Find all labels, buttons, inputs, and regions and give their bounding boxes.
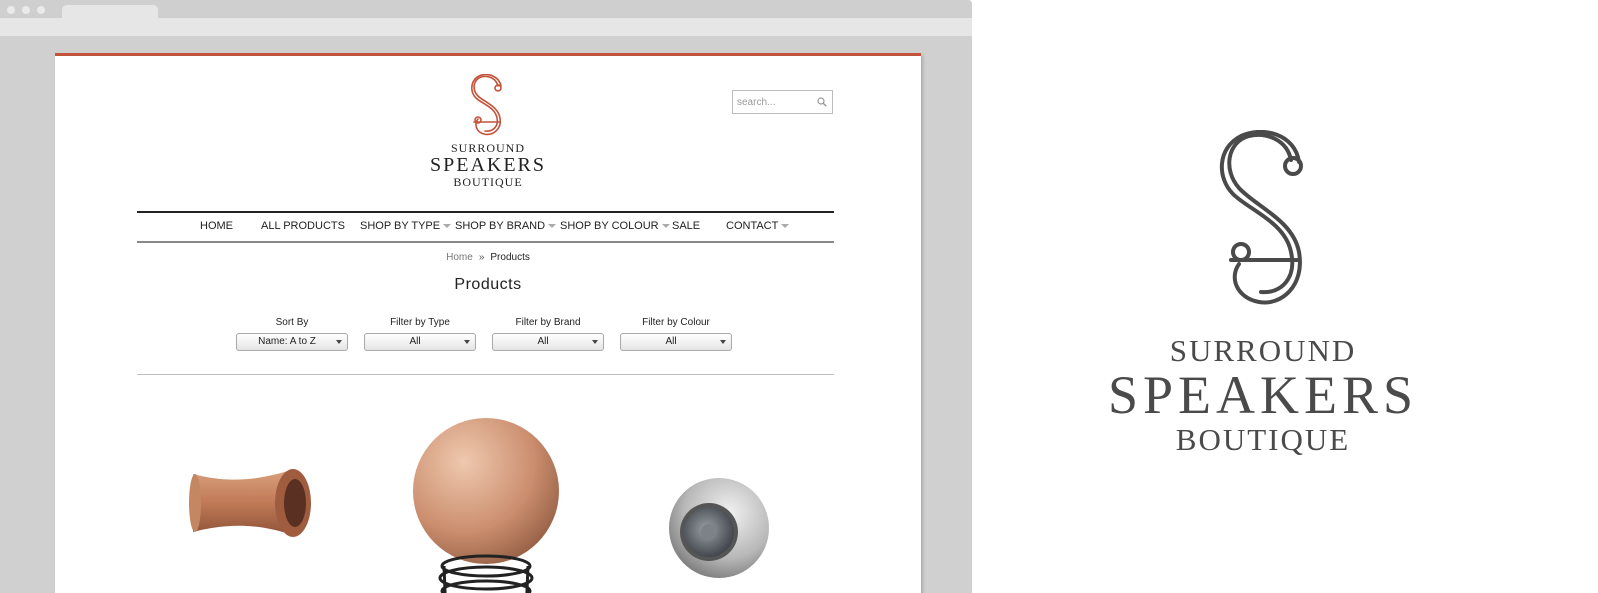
logo-line-speakers: SPEAKERS bbox=[1107, 365, 1419, 425]
chevron-down-icon bbox=[548, 224, 557, 229]
sort-by-select[interactable]: Name: A to Z bbox=[236, 333, 348, 351]
search-placeholder: search... bbox=[737, 97, 776, 108]
main-nav: HOME ALL PRODUCTS SHOP BY TYPE SHOP BY B… bbox=[137, 211, 834, 243]
window-dot bbox=[22, 6, 30, 14]
dropdown-arrow-icon bbox=[720, 340, 726, 344]
terracotta-sphere-speaker-image[interactable] bbox=[410, 416, 560, 593]
brand-logo-large: SURROUND SPEAKERS BOUTIQUE bbox=[1083, 130, 1443, 455]
nav-item-contact[interactable]: CONTACT bbox=[726, 220, 790, 232]
type-select[interactable]: All bbox=[364, 333, 476, 351]
divider bbox=[137, 374, 834, 375]
chevron-down-icon bbox=[443, 224, 452, 229]
page-title: Products bbox=[454, 276, 522, 293]
nav-item-shop-by-colour[interactable]: SHOP BY COLOUR bbox=[560, 220, 670, 232]
sort-by-filter: Sort By Name: A to Z bbox=[236, 317, 348, 351]
select-value: All bbox=[665, 336, 677, 347]
search-icon[interactable] bbox=[817, 97, 827, 107]
breadcrumb: Home » Products bbox=[55, 252, 921, 263]
breadcrumb-separator: » bbox=[478, 252, 485, 263]
logo-line-surround: SURROUND bbox=[1169, 333, 1357, 368]
colour-select[interactable]: All bbox=[620, 333, 732, 351]
filter-label: Filter by Type bbox=[390, 317, 450, 328]
dropdown-arrow-icon bbox=[336, 340, 342, 344]
logo-line-boutique: BOUTIQUE bbox=[453, 175, 523, 189]
brand-filter: Filter by Brand All bbox=[492, 317, 604, 351]
s-monogram-icon bbox=[471, 74, 502, 136]
nav-item-shop-by-type[interactable]: SHOP BY TYPE bbox=[360, 220, 452, 232]
logo-line-surround: SURROUND bbox=[450, 141, 525, 155]
dropdown-arrow-icon bbox=[592, 340, 598, 344]
nav-item-sale[interactable]: SALE bbox=[672, 220, 700, 232]
breadcrumb-current: Products bbox=[490, 252, 530, 263]
browser-tab[interactable] bbox=[62, 5, 158, 19]
nav-item-shop-by-brand[interactable]: SHOP BY BRAND bbox=[455, 220, 557, 232]
colour-filter: Filter by Colour All bbox=[620, 317, 732, 351]
browser-toolbar bbox=[0, 18, 972, 36]
search-input[interactable]: search... bbox=[732, 90, 833, 114]
filter-label: Filter by Colour bbox=[642, 317, 710, 328]
s-monogram-icon bbox=[1219, 130, 1303, 305]
chevron-down-icon bbox=[781, 224, 790, 229]
site-logo[interactable]: SURROUND SPEAKERS BOUTIQUE bbox=[423, 74, 553, 188]
window-dot bbox=[37, 6, 45, 14]
filter-label: Sort By bbox=[275, 317, 309, 328]
window-dot bbox=[7, 6, 15, 14]
select-value: All bbox=[537, 336, 549, 347]
filter-label: Filter by Brand bbox=[515, 317, 581, 328]
breadcrumb-home-link[interactable]: Home bbox=[446, 252, 473, 263]
terracotta-horn-speaker-image[interactable] bbox=[183, 464, 313, 544]
brand-select[interactable]: All bbox=[492, 333, 604, 351]
browser-chrome bbox=[0, 0, 972, 36]
chevron-down-icon bbox=[661, 224, 670, 229]
nav-item-all-products[interactable]: ALL PRODUCTS bbox=[261, 220, 345, 232]
select-value: Name: A to Z bbox=[258, 336, 316, 347]
browser-window: SURROUND SPEAKERS BOUTIQUE search... HOM… bbox=[0, 0, 972, 593]
website-page: SURROUND SPEAKERS BOUTIQUE search... HOM… bbox=[55, 53, 921, 593]
nav-item-home[interactable]: HOME bbox=[200, 220, 233, 232]
dropdown-arrow-icon bbox=[464, 340, 470, 344]
logo-line-speakers: SPEAKERS bbox=[429, 154, 547, 176]
type-filter: Filter by Type All bbox=[364, 317, 476, 351]
silver-sphere-speaker-image[interactable] bbox=[667, 476, 771, 580]
select-value: All bbox=[409, 336, 421, 347]
logo-line-boutique: BOUTIQUE bbox=[1175, 422, 1351, 457]
